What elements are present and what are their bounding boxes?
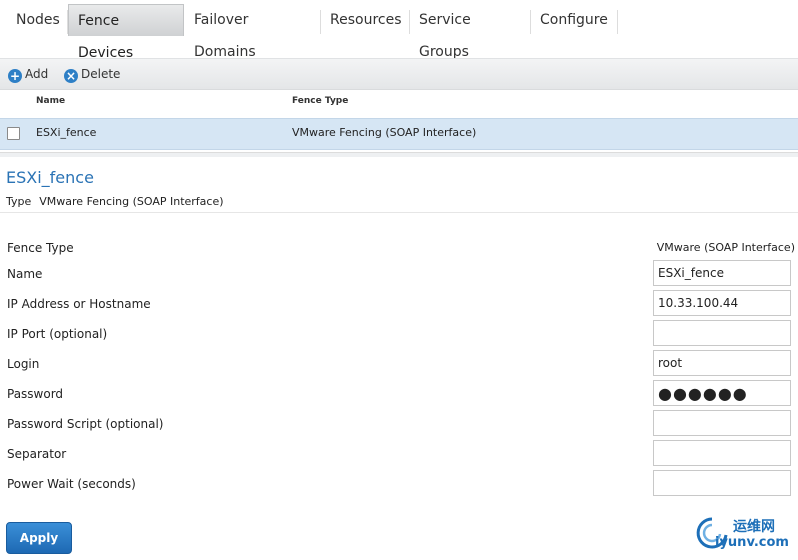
divider xyxy=(0,212,798,213)
field-label-power-wait: Power Wait (seconds) xyxy=(7,477,136,491)
tab-nodes[interactable]: Nodes xyxy=(7,4,68,36)
ip-port-input[interactable] xyxy=(653,320,791,346)
tab-fence-devices[interactable]: Fence Devices xyxy=(68,4,184,61)
tab-label: Fence Devices xyxy=(78,13,134,61)
tab-label: Failover Domains xyxy=(194,12,256,60)
row-checkbox[interactable] xyxy=(7,127,20,140)
password-script-input[interactable] xyxy=(653,410,791,436)
fence-type-value: VMware (SOAP Interface) xyxy=(656,241,795,254)
name-input[interactable] xyxy=(653,260,791,286)
table-row[interactable]: ESXi_fence VMware Fencing (SOAP Interfac… xyxy=(0,118,798,150)
tab-resources[interactable]: Resources xyxy=(321,4,410,36)
column-header-name[interactable]: Name xyxy=(36,96,65,106)
separator-input[interactable] xyxy=(653,440,791,466)
type-label: Type xyxy=(6,195,32,208)
login-input[interactable] xyxy=(653,350,791,376)
add-button[interactable]: + Add xyxy=(8,65,48,83)
field-label-password: Password xyxy=(7,387,64,401)
device-type: Type VMware Fencing (SOAP Interface) xyxy=(6,195,224,208)
tab-label: Resources xyxy=(330,12,402,28)
tab-service-groups[interactable]: Service Groups xyxy=(410,4,531,60)
power-wait-input[interactable] xyxy=(653,470,791,496)
type-value: VMware Fencing (SOAP Interface) xyxy=(39,195,224,208)
grid-header: Name Fence Type xyxy=(0,90,798,114)
tab-label: Nodes xyxy=(16,12,60,28)
field-label-password-script: Password Script (optional) xyxy=(7,417,164,431)
tab-configure[interactable]: Configure xyxy=(531,4,618,36)
watermark-logo: 运维网 iyunv.com xyxy=(693,512,797,558)
add-label: Add xyxy=(25,67,49,81)
device-title: ESXi_fence xyxy=(6,168,94,187)
tab-label: Service Groups xyxy=(419,12,471,60)
field-label-login: Login xyxy=(7,357,40,371)
tab-bar: Nodes Fence Devices Failover Domains Res… xyxy=(0,0,798,61)
delete-label: Delete xyxy=(81,67,121,81)
watermark-text-cn: 运维网 xyxy=(733,519,775,535)
plus-icon: + xyxy=(8,69,22,83)
field-label-ip-port: IP Port (optional) xyxy=(7,327,108,341)
tab-failover-domains[interactable]: Failover Domains xyxy=(185,4,321,60)
field-label-name: Name xyxy=(7,267,43,281)
field-label-fence-type: Fence Type xyxy=(7,241,74,255)
close-icon: × xyxy=(64,69,78,83)
grid-divider xyxy=(0,152,798,157)
field-label-separator: Separator xyxy=(7,447,67,461)
ip-address-input[interactable] xyxy=(653,290,791,316)
column-header-fence-type[interactable]: Fence Type xyxy=(292,96,348,106)
tab-label: Configure xyxy=(540,12,608,28)
row-fence-type: VMware Fencing (SOAP Interface) xyxy=(292,126,477,139)
toolbar: + Add × Delete xyxy=(0,58,798,90)
field-label-ip-address: IP Address or Hostname xyxy=(7,297,151,311)
row-name: ESXi_fence xyxy=(36,126,97,139)
delete-button[interactable]: × Delete xyxy=(64,65,120,83)
password-input[interactable] xyxy=(653,380,791,406)
apply-button[interactable]: Apply xyxy=(6,522,72,554)
watermark-text-url: iyunv.com xyxy=(715,535,789,550)
